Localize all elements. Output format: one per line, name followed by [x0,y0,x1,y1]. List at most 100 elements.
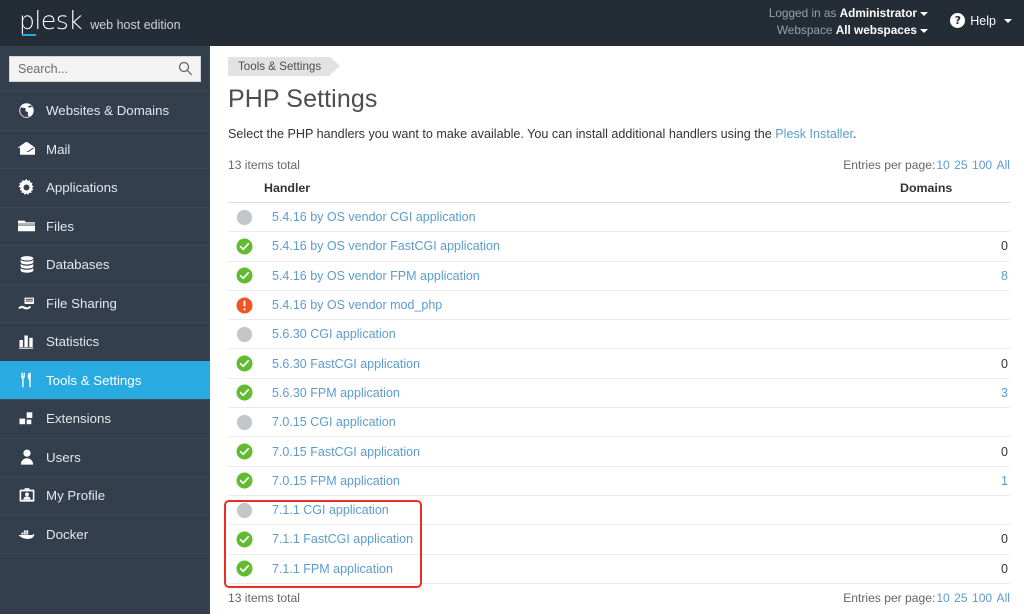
fork-knife-icon [18,372,35,389]
file-sharing-icon [18,295,35,312]
table-row: 7.0.15 FPM application 1 [228,466,1010,496]
page-description-text-after: . [852,127,857,141]
domains-count-value: 0 [1001,561,1008,576]
status-cell [228,407,264,438]
handler-link[interactable]: 5.4.16 by OS vendor mod_php [272,298,442,312]
sidebar-item-databases[interactable]: Databases [0,245,210,284]
column-header-handler[interactable]: Handler [264,178,900,203]
entries-per-page-option-100[interactable]: 100 [972,158,992,172]
sidebar-item-label: Tools & Settings [46,372,142,388]
domains-cell [900,202,1010,233]
sidebar-item-label: Docker [46,526,89,542]
list-meta-top: 13 items total Entries per page:10 25 10… [228,158,1010,172]
envelope-icon [18,141,35,158]
entries-per-page-bottom: Entries per page:10 25 100 All [843,591,1010,605]
sidebar-item-my-profile[interactable]: My Profile [0,476,210,515]
plesk-php-settings-screen: plesk web host edition Logged in as Admi… [0,0,1024,614]
top-header-bar: plesk web host edition Logged in as Admi… [0,0,1024,46]
sidebar-item-extensions[interactable]: Extensions [0,399,210,438]
sidebar-item-label: Websites & Domains [46,103,170,119]
entries-per-page-option-10[interactable]: 10 [936,591,949,605]
handler-cell: 5.6.30 FPM application [264,378,900,409]
handler-link[interactable]: 5.6.30 FPM application [272,386,400,400]
plesk-edition-label: web host edition [90,18,181,32]
domains-cell: 0 [900,436,1010,467]
domains-cell [900,319,1010,350]
handler-cell: 7.0.15 CGI application [264,407,900,438]
domains-cell: 3 [900,378,1010,409]
plesk-installer-link[interactable]: Plesk Installer [775,127,853,141]
sidebar-item-files[interactable]: Files [0,206,210,246]
column-header-domains[interactable]: Domains [900,178,1010,203]
webspace-selector[interactable]: All webspaces [836,23,928,37]
green-check-circle-icon [236,560,253,577]
table-head: Handler Domains [228,178,1010,203]
green-check-circle-icon [236,355,253,372]
logged-in-as-line: Logged in as Administrator [769,5,928,22]
status-cell [228,436,264,467]
status-cell [228,495,264,526]
table-row: 7.0.15 FastCGI application 0 [228,436,1010,467]
handler-link[interactable]: 7.0.15 CGI application [272,415,396,429]
handler-link[interactable]: 5.6.30 FastCGI application [272,357,420,371]
help-menu[interactable]: ? Help [950,13,1012,28]
gear-icon [18,179,35,196]
items-total-bottom: 13 items total [228,590,300,605]
plesk-logo[interactable]: plesk web host edition [19,8,181,36]
table-row: 7.1.1 FastCGI application 0 [228,524,1010,555]
handler-link[interactable]: 7.1.1 CGI application [272,503,389,517]
handler-link[interactable]: 5.6.30 CGI application [272,327,396,341]
sidebar-item-file-sharing[interactable]: File Sharing [0,283,210,323]
handler-link[interactable]: 7.1.1 FastCGI application [272,532,413,546]
user-icon [18,449,35,466]
sidebar-item-tools-settings[interactable]: Tools & Settings [0,360,210,399]
green-check-circle-icon [236,443,253,460]
page-description: Select the PHP handlers you want to make… [228,126,1010,142]
blocks-icon [18,410,35,427]
handler-link[interactable]: 5.4.16 by OS vendor FPM application [272,269,480,283]
gray-circle-icon [236,209,253,225]
table-row: 5.4.16 by OS vendor CGI application [228,202,1010,233]
entries-per-page-option-25[interactable]: 25 [954,591,967,605]
chevron-down-icon [1004,18,1012,23]
sidebar-item-label: Mail [46,141,71,157]
items-total-top: 13 items total [228,158,300,172]
sidebar-item-statistics[interactable]: Statistics [0,322,210,361]
entries-per-page-label: Entries per page: [843,158,936,172]
handler-link[interactable]: 7.0.15 FastCGI application [272,445,420,459]
sidebar-item-users[interactable]: Users [0,437,210,477]
entries-per-page-option-25[interactable]: 25 [954,158,967,172]
table-row: 5.4.16 by OS vendor mod_php [228,290,1010,321]
entries-per-page-option-all[interactable]: All [997,591,1010,605]
table-header-row: Handler Domains [228,178,1010,203]
sidebar-item-mail[interactable]: Mail [0,129,210,169]
sidebar-item-applications[interactable]: Applications [0,168,210,207]
handler-link[interactable]: 7.0.15 FPM application [272,474,400,488]
sidebar-item-label: Extensions [46,411,112,427]
domains-count-link[interactable]: 8 [1001,269,1008,283]
handler-link[interactable]: 5.4.16 by OS vendor CGI application [272,210,476,224]
domains-cell: 0 [900,348,1010,379]
domains-count-link[interactable]: 3 [1001,386,1008,400]
webspace-line: Webspace All webspaces [769,22,928,39]
account-info: Logged in as Administrator Webspace All … [769,5,928,39]
domains-count-link[interactable]: 1 [1001,474,1008,488]
entries-per-page-option-10[interactable]: 10 [936,158,949,172]
sidebar-item-label: Applications [46,180,118,196]
status-cell [228,554,264,584]
handler-cell: 5.4.16 by OS vendor FastCGI application [264,231,900,262]
entries-per-page-option-100[interactable]: 100 [972,591,992,605]
domains-cell: 8 [900,261,1010,291]
sidebar-item-docker[interactable]: Docker [0,514,210,554]
search-box[interactable] [9,56,201,82]
main-sidebar: Websites & Domains Mail Applications Fil… [0,46,210,614]
handler-cell: 7.0.15 FPM application [264,466,900,496]
logged-in-user-menu[interactable]: Administrator [840,6,928,20]
search-input[interactable] [10,57,200,81]
breadcrumb[interactable]: Tools & Settings [228,57,341,76]
gray-circle-icon [236,326,253,342]
handler-link[interactable]: 5.4.16 by OS vendor FastCGI application [272,239,500,253]
sidebar-item-websites-domains[interactable]: Websites & Domains [0,91,210,130]
handler-link[interactable]: 7.1.1 FPM application [272,562,393,576]
entries-per-page-option-all[interactable]: All [997,158,1010,172]
